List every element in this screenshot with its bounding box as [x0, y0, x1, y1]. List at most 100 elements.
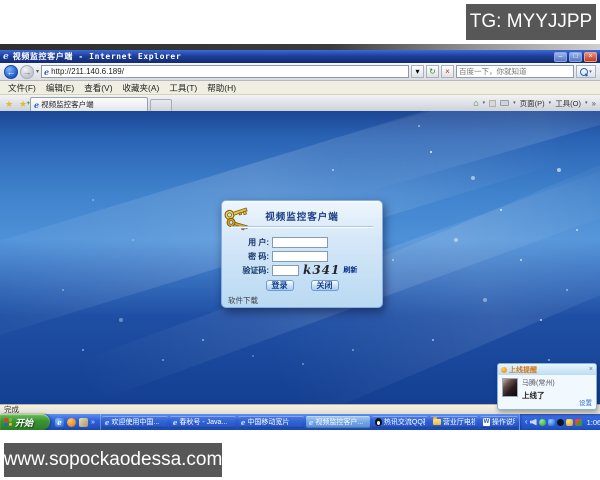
qq-icon	[375, 418, 382, 426]
word-doc-icon: W	[483, 418, 490, 426]
ie-logo-icon: e	[3, 52, 9, 62]
password-row: 密 码:	[222, 250, 382, 262]
light-streak	[330, 111, 600, 198]
taskbar-button-chinamobile[interactable]: e 中国移动宽片	[238, 416, 304, 428]
site-watermark: www.sopockaodessa.com	[4, 443, 222, 477]
ie-icon: e	[309, 418, 313, 427]
quicklaunch-media-icon[interactable]	[67, 418, 76, 427]
login-title: 视频监控客户端	[222, 209, 382, 223]
print-icon[interactable]	[500, 100, 509, 106]
forward-button[interactable]: →	[20, 65, 34, 79]
taskbar-button-label: 欢迎使用中国...	[111, 417, 159, 427]
tray-chevron-icon[interactable]: ‹	[525, 417, 528, 427]
taskbar-button-chunqiu[interactable]: e 春秋号 - Java...	[170, 416, 236, 428]
taskbar-button-label: 中国移动宽片	[247, 417, 289, 427]
divider	[231, 226, 373, 227]
tools-menu-button[interactable]: 工具(O)	[555, 98, 581, 109]
menu-help[interactable]: 帮助(H)	[203, 82, 240, 94]
taskbar-button-video-client[interactable]: e 视频监控客户...	[306, 416, 370, 428]
close-button[interactable]: 关闭	[311, 280, 339, 291]
menu-bar: 文件(F) 编辑(E) 查看(V) 收藏夹(A) 工具(T) 帮助(H)	[0, 81, 600, 95]
captcha-input[interactable]	[272, 265, 299, 276]
add-favorite-icon[interactable]: ★+	[16, 97, 30, 111]
contact-status: 上线了	[522, 390, 555, 401]
login-button[interactable]: 登录	[266, 280, 294, 291]
ie-titlebar: e 视频监控客户端 - Internet Explorer – □ ×	[0, 50, 600, 63]
feeds-icon[interactable]	[489, 100, 496, 107]
add-favorite-plus: +	[26, 97, 30, 111]
volume-icon[interactable]	[530, 419, 537, 426]
address-input[interactable]	[51, 67, 406, 76]
popup-close-icon[interactable]: ×	[589, 366, 593, 373]
back-button[interactable]: ←	[4, 65, 18, 79]
user-row: 用 户:	[222, 236, 382, 248]
menu-favorites[interactable]: 收藏夹(A)	[119, 82, 164, 94]
history-dropdown-icon[interactable]: ▾	[36, 68, 39, 75]
tray-icon-gold[interactable]	[566, 419, 573, 426]
tab-title: 视频监控客户端	[41, 99, 94, 110]
system-tray: ‹ 1:06	[519, 414, 600, 430]
page-favicon: e	[44, 67, 49, 77]
taskbar-button-label: 春秋号 - Java...	[179, 417, 227, 427]
taskbar-button-doc[interactable]: W 操作说明.doc...	[480, 416, 518, 428]
tray-icon-blue[interactable]	[548, 419, 555, 426]
refresh-button[interactable]: ↻	[426, 65, 439, 78]
menu-tools[interactable]: 工具(T)	[165, 82, 201, 94]
search-button[interactable]: ▾	[576, 65, 596, 78]
contact-name: 马腾(常州)	[522, 378, 555, 388]
favorites-center-icon[interactable]: ★	[2, 97, 16, 111]
commandbar-overflow-icon[interactable]: »	[592, 99, 596, 108]
home-icon[interactable]: ⌂	[473, 98, 478, 108]
contact-avatar	[502, 378, 518, 397]
windows-logo-icon	[4, 418, 12, 427]
menu-file[interactable]: 文件(F)	[4, 82, 40, 94]
command-bar: ⌂ ▾ ▾ 页面(P) ▾ 工具(O) ▾ »	[473, 95, 598, 111]
tab-video-client[interactable]: e 视频监控客户端	[30, 97, 148, 111]
tray-clock[interactable]: 1:06	[587, 418, 600, 427]
username-input[interactable]	[272, 237, 328, 248]
tray-icon-green[interactable]	[539, 419, 546, 426]
show-desktop-icon[interactable]	[79, 418, 88, 427]
new-tab-button[interactable]	[150, 99, 172, 111]
ie-icon: e	[173, 418, 177, 427]
page-menu-button[interactable]: 页面(P)	[520, 98, 545, 109]
quicklaunch-ie-icon[interactable]: e	[55, 418, 64, 427]
ie-icon: e	[241, 418, 245, 427]
taskbar-button-folder[interactable]: 营业厅电视机监控	[430, 416, 478, 428]
password-input[interactable]	[272, 251, 328, 262]
close-window-button[interactable]: ×	[584, 52, 597, 62]
search-box	[456, 65, 574, 78]
maximize-button[interactable]: □	[569, 52, 582, 62]
window-controls: – □ ×	[554, 52, 597, 62]
popup-titlebar: 上线提醒 ×	[498, 364, 596, 375]
stop-button[interactable]: ×	[441, 65, 454, 78]
taskbar-button-qq-group[interactable]: 热讯交流QQ群	[372, 416, 428, 428]
tray-antivirus-icon[interactable]	[575, 419, 582, 426]
tray-qq-icon[interactable]	[557, 419, 564, 426]
taskbar-button-label: 营业厅电视机监控	[443, 417, 475, 427]
print-dropdown-icon[interactable]: ▾	[513, 100, 516, 106]
taskbar-button-label: 热讯交流QQ群	[384, 417, 425, 427]
qq-online-notification: 上线提醒 × 马腾(常州) 上线了 设置	[497, 363, 597, 410]
menu-edit[interactable]: 编辑(E)	[42, 82, 78, 94]
start-button[interactable]: 开始	[0, 414, 50, 430]
popup-settings-link[interactable]: 设置	[579, 397, 592, 407]
online-alert-icon	[501, 367, 507, 373]
search-provider-dropdown-icon[interactable]: ▾	[589, 69, 592, 75]
search-input[interactable]	[457, 67, 573, 76]
page-content: 视频监控客户端 用 户: 密 码: 验证码: k341 刷新 登录	[0, 111, 600, 404]
password-label: 密 码:	[222, 251, 272, 262]
taskbar-button-label: 视频监控客户...	[315, 417, 363, 427]
minimize-button[interactable]: –	[554, 52, 567, 62]
home-dropdown-icon[interactable]: ▾	[483, 100, 486, 106]
taskbar-button-welcome[interactable]: e 欢迎使用中国...	[102, 416, 168, 428]
folder-icon	[433, 419, 441, 425]
address-dropdown-button[interactable]: ▾	[411, 65, 424, 78]
navigation-bar: ← → ▾ e ▾ ↻ × ▾	[0, 63, 600, 81]
taskbar: 开始 e » e 欢迎使用中国... e 春秋号 - Java... e 中国移…	[0, 414, 600, 430]
menu-view[interactable]: 查看(V)	[80, 82, 116, 94]
quicklaunch-more-icon[interactable]: »	[91, 419, 95, 426]
software-download-link[interactable]: 软件下载	[228, 295, 258, 306]
captcha-refresh-link[interactable]: 刷新	[343, 267, 358, 274]
ie-icon: e	[105, 418, 109, 427]
